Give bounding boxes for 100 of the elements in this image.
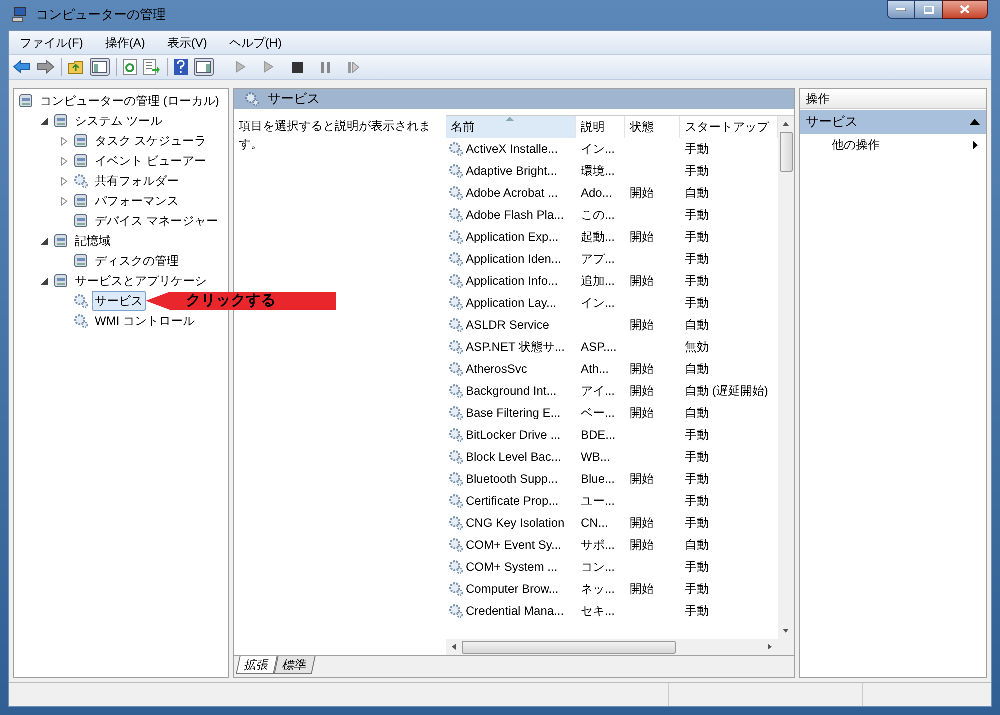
back-arrow-icon[interactable] bbox=[13, 60, 31, 74]
table-cell-text: 手動 bbox=[685, 207, 709, 224]
section-title: サービス bbox=[806, 113, 859, 132]
table-cell-text: 手動 bbox=[685, 603, 709, 620]
maximize-button[interactable] bbox=[915, 0, 942, 19]
tree-item[interactable]: WMI コントロール bbox=[92, 311, 198, 331]
gear-icon bbox=[448, 559, 464, 575]
console-tree-icon[interactable] bbox=[90, 58, 110, 76]
collapse-arrow-icon[interactable] bbox=[40, 238, 48, 244]
submenu-arrow-icon bbox=[973, 140, 978, 150]
table-cell-text: 開始 bbox=[630, 317, 654, 334]
table-cell-text: Adaptive Bright... bbox=[466, 163, 558, 180]
tree-item[interactable]: イベント ビューアー bbox=[92, 151, 210, 171]
table-cell-text: Ado... bbox=[581, 185, 612, 202]
table-cell-text: 自動 bbox=[685, 537, 709, 554]
vertical-scrollbar[interactable] bbox=[778, 116, 794, 639]
tree-item[interactable]: パフォーマンス bbox=[92, 191, 182, 211]
table-cell-text: ネッ... bbox=[581, 581, 616, 598]
table-cell-text: Background Int... bbox=[466, 383, 557, 400]
tree-node-icon bbox=[18, 93, 34, 109]
stop-icon[interactable] bbox=[292, 62, 303, 72]
table-cell-text: 自動 bbox=[685, 361, 709, 378]
gear-icon bbox=[448, 229, 464, 245]
gear-icon bbox=[448, 207, 464, 223]
action-item[interactable]: 他の操作 bbox=[800, 134, 986, 156]
table-cell-text: 手動 bbox=[685, 493, 709, 510]
folder-up-icon[interactable] bbox=[68, 60, 84, 74]
column-header[interactable]: 状態 bbox=[625, 116, 680, 138]
tree-item[interactable]: タスク スケジューラ bbox=[92, 131, 210, 151]
minimize-button[interactable] bbox=[887, 0, 915, 19]
tree-item[interactable]: サービス bbox=[92, 291, 146, 311]
table-cell-text: 手動 bbox=[685, 141, 709, 158]
expand-arrow-icon[interactable] bbox=[60, 176, 68, 186]
tab[interactable]: 標準 bbox=[274, 656, 316, 674]
gear-icon bbox=[448, 383, 464, 399]
tree-item[interactable]: コンピューターの管理 (ローカル) bbox=[37, 91, 222, 111]
pause-icon[interactable] bbox=[321, 62, 330, 72]
collapse-arrow-icon[interactable] bbox=[40, 118, 48, 124]
table-cell-text: Base Filtering E... bbox=[466, 405, 561, 422]
actions-section-header[interactable]: サービス bbox=[800, 110, 986, 134]
table-cell-text: 手動 bbox=[685, 427, 709, 444]
close-button[interactable] bbox=[942, 0, 988, 19]
tab[interactable]: 拡張 bbox=[236, 656, 278, 674]
tree-node-icon bbox=[73, 133, 89, 149]
tree-item[interactable]: デバイス マネージャー bbox=[92, 211, 222, 231]
scroll-thumb[interactable] bbox=[462, 640, 676, 654]
table-cell-text: AtherosSvc bbox=[466, 361, 528, 378]
table-cell-text: 手動 bbox=[685, 229, 709, 246]
expand-arrow-icon[interactable] bbox=[60, 196, 68, 206]
menu-item[interactable]: 表示(V) bbox=[164, 34, 210, 52]
table-cell-text: 手動 bbox=[685, 273, 709, 290]
action-pane-icon[interactable] bbox=[194, 58, 214, 76]
table-cell-text: 開始 bbox=[630, 229, 654, 246]
table-cell-text: Application Info... bbox=[466, 273, 558, 290]
table-cell-text: 起動... bbox=[581, 229, 616, 246]
tree-item[interactable]: ディスクの管理 bbox=[92, 251, 182, 271]
collapse-icon[interactable] bbox=[970, 119, 980, 125]
table-cell-text: イン... bbox=[581, 295, 616, 312]
callout-text: クリックする bbox=[186, 292, 276, 310]
table-cell-text: CNG Key Isolation bbox=[466, 515, 565, 532]
menu-item[interactable]: ファイル(F) bbox=[17, 34, 86, 52]
table-cell-text: 開始 bbox=[630, 581, 654, 598]
menu-item[interactable]: ヘルプ(H) bbox=[226, 34, 285, 52]
scroll-thumb[interactable] bbox=[780, 132, 792, 172]
menu-item[interactable]: 操作(A) bbox=[102, 34, 148, 52]
table-cell-text: 手動 bbox=[685, 471, 709, 488]
window-title: コンピューターの管理 bbox=[36, 6, 166, 24]
help-icon[interactable] bbox=[174, 59, 188, 75]
table-cell-text: Block Level Bac... bbox=[466, 449, 562, 466]
expand-arrow-icon[interactable] bbox=[60, 156, 68, 166]
table-cell-text: BDE... bbox=[581, 427, 616, 444]
collapse-arrow-icon[interactable] bbox=[40, 278, 48, 284]
table-cell-text: ユー... bbox=[581, 493, 616, 510]
table-cell-text: 自動 (遅延開始) bbox=[685, 383, 768, 400]
tree-item[interactable]: 記憶域 bbox=[72, 231, 114, 251]
horizontal-scrollbar[interactable] bbox=[446, 639, 794, 655]
sort-arrow-icon bbox=[506, 117, 514, 121]
computer-icon bbox=[12, 7, 28, 23]
table-cell-text: Blue... bbox=[581, 471, 616, 488]
table-cell-text: COM+ System ... bbox=[466, 559, 558, 576]
column-header[interactable]: 名前 bbox=[446, 116, 576, 138]
table-cell-text: コン... bbox=[581, 559, 616, 576]
gear-icon bbox=[448, 515, 464, 531]
table-cell-text: 開始 bbox=[630, 361, 654, 378]
gear-icon bbox=[448, 361, 464, 377]
column-header[interactable]: 説明 bbox=[576, 116, 625, 138]
tree-item[interactable]: 共有フォルダー bbox=[92, 171, 182, 191]
refresh-icon[interactable] bbox=[123, 59, 137, 75]
tree-node-icon bbox=[73, 213, 89, 229]
tree-node-icon bbox=[73, 153, 89, 169]
table-cell-text: 自動 bbox=[685, 185, 709, 202]
tree-item[interactable]: サービスとアプリケーシ bbox=[72, 271, 210, 291]
table-cell-text: ActiveX Installe... bbox=[466, 141, 558, 158]
gear-icon bbox=[448, 339, 464, 355]
expand-arrow-icon[interactable] bbox=[60, 136, 68, 146]
gear-icon bbox=[448, 427, 464, 443]
tree-item[interactable]: システム ツール bbox=[72, 111, 166, 131]
forward-arrow-icon[interactable] bbox=[37, 60, 55, 74]
tree-node-icon bbox=[53, 113, 69, 129]
export-list-icon[interactable] bbox=[143, 59, 161, 75]
